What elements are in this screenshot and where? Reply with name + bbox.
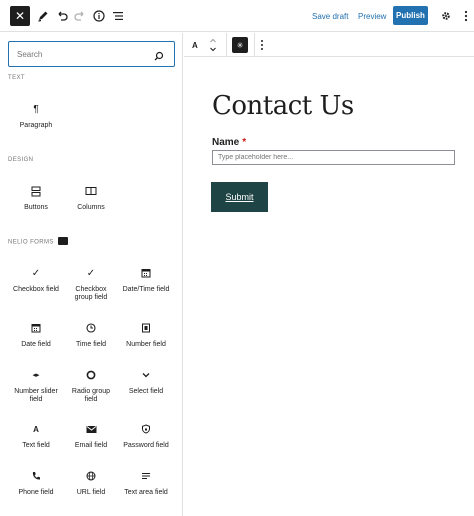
section-title-design: DESIGN [8, 157, 34, 163]
undo-icon[interactable] [55, 6, 69, 26]
block-label: Checkbox field [13, 286, 59, 293]
block-label: Password field [123, 442, 169, 449]
block-label: Text field [22, 442, 50, 449]
block-label: Number field [126, 341, 166, 348]
block-label: Text area field [124, 489, 168, 496]
check-icon: ✓ [86, 267, 96, 279]
info-icon[interactable] [92, 6, 106, 26]
more-options-icon[interactable] [463, 6, 469, 26]
block-number-field[interactable]: Number field [116, 321, 176, 349]
section-title-label: NELIO FORMS [8, 239, 54, 246]
block-label: Date/Time field [122, 286, 170, 293]
preview-button[interactable]: Preview [358, 6, 386, 26]
search-icon[interactable] [154, 48, 164, 66]
block-password-field[interactable]: Password field [116, 422, 176, 450]
block-label: Columns [77, 204, 105, 211]
section-title-nelio-forms: NELIO FORMS [8, 237, 68, 246]
shield-icon [141, 422, 151, 436]
text-icon: A [33, 424, 39, 434]
field-label[interactable]: Name * [212, 137, 246, 148]
edit-pencil-icon[interactable] [36, 6, 50, 26]
list-view-icon[interactable] [111, 6, 125, 26]
block-label: Buttons [24, 204, 48, 211]
block-date-field[interactable]: Date field [6, 321, 66, 349]
nelio-forms-icon [57, 237, 68, 245]
envelope-icon [86, 422, 97, 436]
block-options-icon[interactable] [260, 37, 264, 53]
number-icon [141, 321, 151, 335]
toolbar-divider [254, 33, 255, 57]
gear-icon[interactable] [440, 6, 452, 26]
block-style-icon[interactable]: ✳ [232, 37, 248, 53]
submit-button[interactable]: Submit [211, 182, 268, 212]
check-icon: ✓ [31, 267, 41, 279]
block-phone-field[interactable]: Phone field [6, 469, 66, 497]
block-select-field[interactable]: Select field [116, 368, 176, 396]
slider-icon: ◂▸ [32, 372, 40, 379]
chevron-down-icon [141, 368, 151, 382]
block-label: Checkbox group field [74, 286, 108, 301]
block-label: Email field [74, 442, 108, 449]
block-buttons[interactable]: Buttons [6, 184, 66, 212]
block-paragraph[interactable]: ¶ Paragraph [6, 102, 66, 130]
phone-icon [31, 469, 41, 483]
block-url-field[interactable]: URL field [61, 469, 121, 497]
block-label: Number slider field [14, 388, 58, 403]
section-title-text: TEXT [8, 75, 25, 81]
block-checkbox-group-field[interactable]: ✓ Checkbox group field [61, 266, 121, 302]
block-columns[interactable]: Columns [61, 184, 121, 212]
save-draft-button[interactable]: Save draft [312, 6, 348, 26]
block-checkbox-field[interactable]: ✓ Checkbox field [6, 266, 66, 294]
field-label-text: Name [212, 137, 240, 148]
block-datetime-field[interactable]: Date/Time field [116, 266, 176, 294]
search-box [8, 41, 175, 67]
redo-icon[interactable] [73, 6, 87, 26]
block-text-field[interactable]: A Text field [6, 422, 66, 450]
block-text-area-field[interactable]: Text area field [116, 469, 176, 497]
block-time-field[interactable]: Time field [61, 321, 121, 349]
block-toolbar: A ✳ [184, 33, 474, 57]
toolbar-divider [226, 33, 227, 57]
columns-icon [85, 184, 97, 198]
block-label: URL field [76, 489, 106, 496]
calendar-icon [141, 266, 151, 280]
block-label: Time field [75, 341, 107, 348]
block-radio-group-field[interactable]: Radio group field [61, 368, 121, 404]
required-indicator: * [242, 137, 247, 148]
block-inserter-sidebar: TEXT ¶ Paragraph DESIGN Buttons Columns … [0, 33, 183, 516]
name-field[interactable] [212, 150, 455, 165]
block-type-button[interactable]: A [192, 37, 198, 53]
block-label: Select field [128, 388, 164, 395]
buttons-icon [31, 184, 41, 198]
search-input[interactable] [9, 44, 149, 64]
page-title[interactable]: Contact Us [212, 91, 354, 121]
move-block-icon[interactable] [208, 37, 218, 53]
editor-canvas: Contact Us Name* Submit [184, 58, 474, 516]
calendar-icon [31, 321, 41, 335]
block-label: Date field [21, 341, 51, 348]
globe-icon [86, 469, 96, 483]
paragraph-icon: ¶ [33, 103, 39, 115]
block-label: Paragraph [19, 122, 53, 129]
top-toolbar: ✕ Save draft Preview Publish [0, 0, 474, 32]
clock-icon [86, 321, 96, 335]
block-email-field[interactable]: Email field [61, 422, 121, 450]
block-label: Radio group field [71, 388, 111, 403]
radio-icon [86, 368, 96, 382]
block-number-slider-field[interactable]: ◂▸ Number slider field [6, 368, 66, 404]
publish-button[interactable]: Publish [393, 6, 428, 25]
close-button[interactable]: ✕ [10, 6, 30, 26]
textarea-icon [141, 469, 151, 483]
block-label: Phone field [18, 489, 54, 496]
